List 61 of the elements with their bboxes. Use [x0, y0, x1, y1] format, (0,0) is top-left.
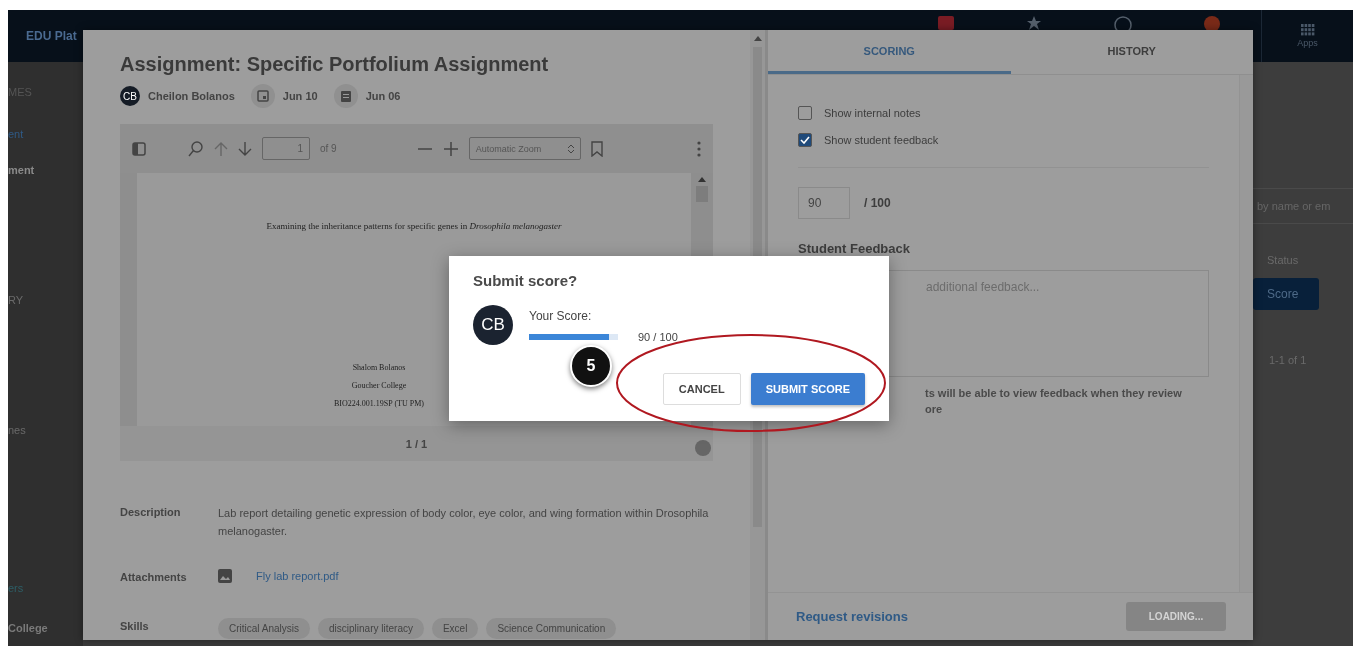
skill-tag: Critical Analysis: [218, 618, 311, 639]
description-text: Lab report detailing genetic expression of body color, eye color, and wing formation within Drosophila melanogaster.: [218, 506, 710, 539]
grid-icon: [1300, 24, 1315, 36]
down-arrow-icon[interactable]: [238, 140, 252, 157]
request-revisions-link[interactable]: Request revisions: [796, 609, 908, 624]
scroll-up-icon: [753, 36, 762, 41]
star-icon: [1026, 16, 1042, 30]
zoom-in-icon[interactable]: [442, 140, 459, 157]
sidebar-toggle-icon[interactable]: [132, 141, 146, 156]
image-file-icon: [218, 569, 232, 583]
document-text: Goucher College: [351, 380, 407, 392]
score-max: / 100: [864, 196, 891, 210]
brand-name: EDU Plat: [26, 29, 77, 43]
student-name: Cheilon Bolanos: [148, 90, 235, 102]
score-label: Your Score:: [529, 309, 593, 323]
document-text: Shalom Bolanos: [352, 362, 406, 374]
checkbox-label: Show internal notes: [824, 106, 921, 119]
detail-label: Description: [120, 505, 182, 518]
cancel-button[interactable]: CANCEL: [662, 373, 741, 405]
sidebar-item[interactable]: ent: [8, 128, 83, 164]
bookmark-icon[interactable]: [590, 140, 603, 157]
tab[interactable]: HISTORY: [1010, 30, 1253, 74]
checkbox-label: Show student feedback: [824, 133, 939, 146]
score-text: 90 / 100: [638, 331, 678, 343]
feedback-note: ts will be able to view feedback when they review: [925, 386, 1182, 401]
clipboard-icon: [339, 90, 352, 102]
user-avatar: CB: [473, 305, 513, 345]
chevron-icon: [567, 143, 574, 154]
document-heading: Examining the inheritance patterns for specific genes in Drosophila melanogaster: [266, 221, 562, 231]
skill-tag: Excel: [431, 618, 479, 639]
score-button[interactable]: Score: [1253, 278, 1319, 310]
tab[interactable]: SCORING: [768, 30, 1011, 74]
search-icon[interactable]: [188, 140, 204, 157]
submit-score-button[interactable]: SUBMIT SCORE: [750, 373, 865, 405]
info-icon: [695, 440, 711, 456]
score-field[interactable]: 90: [798, 187, 850, 219]
more-options-icon[interactable]: [697, 140, 701, 157]
skill-tag: disciplinary literacy: [318, 618, 424, 639]
help-icon: [1114, 16, 1132, 30]
sidebar-item[interactable]: College: [8, 622, 83, 642]
detail-label: Skills: [120, 619, 150, 632]
student-avatar: CB: [120, 86, 140, 106]
submitted-date: Jun 06: [365, 90, 401, 102]
feedback-note: ore: [925, 402, 943, 417]
sidebar-item[interactable]: ment: [8, 164, 83, 294]
document-text: BIO224.001.19SP (TU PM): [334, 398, 424, 410]
sidebar-item[interactable]: RY: [8, 294, 83, 424]
notification-icon: [1204, 16, 1220, 30]
up-arrow-icon[interactable]: [214, 140, 228, 157]
attachment-link[interactable]: Fly lab report.pdf: [256, 570, 339, 582]
page-number-field[interactable]: 1: [262, 137, 310, 160]
checkbox[interactable]: [798, 105, 812, 120]
checkbox[interactable]: [798, 132, 812, 147]
assignment-title: Assignment: Specific Portfolium Assignment: [120, 53, 550, 76]
skill-tag: Science Communication: [486, 618, 617, 639]
due-date: Jun 10: [282, 90, 318, 102]
dialog-title: Submit score?: [473, 272, 579, 289]
detail-label: Attachments: [120, 570, 188, 583]
scroll-up-icon: [698, 177, 706, 182]
feedback-label: Student Feedback: [798, 241, 911, 256]
page-indicator: 1 / 1: [405, 437, 428, 450]
